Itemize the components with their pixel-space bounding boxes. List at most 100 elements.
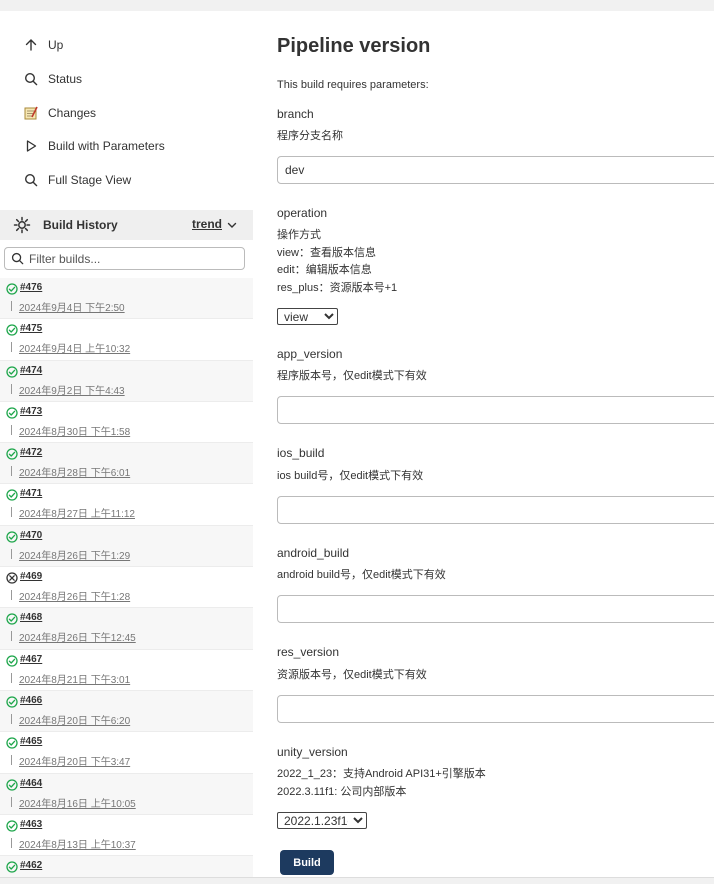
task-full-stage-view[interactable]: Full Stage View: [22, 170, 131, 190]
build-row-divider: [11, 672, 12, 683]
build-button[interactable]: Build: [280, 850, 334, 875]
build-date-link[interactable]: 2024年8月30日 下午1:58: [19, 423, 130, 438]
operation-desc-line: res_plus：资源版本号+1: [277, 281, 398, 294]
build-date-link[interactable]: 2024年9月2日 下午4:43: [19, 382, 125, 397]
success-check-icon: [6, 696, 18, 708]
aborted-x-icon: [6, 572, 18, 584]
build-date-link[interactable]: 2024年8月20日 下午3:47: [19, 753, 130, 768]
build-number-link[interactable]: #475: [20, 323, 42, 334]
build-row: #465 2024年8月20日 下午3:47: [0, 732, 253, 774]
build-row: #473 2024年8月30日 下午1:58: [0, 402, 253, 444]
task-build-with-parameters[interactable]: Build with Parameters: [22, 136, 165, 156]
build-row: #466 2024年8月20日 下午6:20: [0, 690, 253, 733]
search-icon: [22, 171, 40, 189]
android-build-input[interactable]: [277, 595, 714, 623]
res-version-input[interactable]: [277, 695, 714, 723]
build-date-link[interactable]: 2024年8月26日 下午12:45: [19, 629, 136, 644]
param-branch-desc: 程序分支名称: [277, 130, 343, 142]
filter-builds-box: [4, 247, 245, 270]
param-branch-label: branch: [277, 107, 314, 121]
main-content: Pipeline version This build requires par…: [277, 11, 714, 877]
build-date-link[interactable]: 2024年8月20日 下午6:20: [19, 712, 130, 727]
build-number-link[interactable]: #470: [20, 530, 42, 541]
build-row: #471 2024年8月27日 上午11:12: [0, 484, 253, 526]
task-status[interactable]: Status: [22, 69, 82, 89]
success-check-icon: [6, 737, 18, 749]
param-res-version-label: res_version: [277, 645, 340, 659]
success-check-icon: [6, 655, 18, 667]
build-number-link[interactable]: #469: [20, 571, 42, 582]
build-history-title: Build History: [43, 218, 118, 232]
build-date-link[interactable]: 2024年8月13日 上午10:37: [19, 836, 136, 851]
param-android-build-label: android_build: [277, 546, 350, 560]
success-check-icon: [6, 283, 18, 295]
sidebar: Up Status Changes Build with Parameters …: [0, 11, 253, 877]
build-date-link[interactable]: 2024年8月21日 下午3:01: [19, 671, 130, 686]
build-row-divider: [11, 424, 12, 435]
build-row-divider: [11, 755, 12, 766]
build-number-link[interactable]: #471: [20, 488, 42, 499]
build-row-divider: [11, 342, 12, 353]
build-row: #472 2024年8月28日 下午6:01: [0, 443, 253, 485]
task-label: Status: [48, 72, 83, 86]
build-date-link[interactable]: 2024年8月28日 下午6:01: [19, 464, 130, 479]
build-number-link[interactable]: #476: [20, 282, 42, 293]
unity-version-select[interactable]: 2022.1.23f1c1: [277, 812, 367, 829]
build-date-link[interactable]: 2024年9月4日 上午10:32: [19, 340, 130, 355]
success-check-icon: [6, 324, 18, 336]
param-unity-version-label: unity_version: [277, 745, 348, 759]
success-check-icon: [6, 613, 18, 626]
chevron-down-icon[interactable]: [226, 219, 238, 231]
build-date-link[interactable]: 2024年9月4日 下午2:50: [19, 299, 125, 314]
ios-build-input[interactable]: [277, 496, 714, 524]
build-number-link[interactable]: #466: [20, 695, 42, 706]
build-number-link[interactable]: #467: [20, 654, 42, 665]
build-number-link[interactable]: #474: [20, 365, 42, 376]
build-number-link[interactable]: #462: [20, 860, 42, 871]
build-row: #476 2024年9月4日 下午2:50: [0, 278, 253, 320]
operation-select[interactable]: view: [277, 308, 338, 325]
build-row: #464 2024年8月16日 上午10:05: [0, 773, 253, 815]
success-check-icon: [6, 531, 18, 543]
build-date-link[interactable]: 2024年8月16日 上午10:05: [19, 795, 136, 810]
build-row-divider: [11, 631, 12, 642]
build-row: #468 2024年8月26日 下午12:45: [0, 608, 253, 650]
arrow-up-icon: [22, 36, 40, 54]
build-number-link[interactable]: #468: [20, 612, 42, 623]
unity-version-desc-line: 2022.3.11f1: 公司内部版本: [277, 785, 407, 798]
param-app-version-desc: 程序版本号，仅edit模式下有效: [277, 370, 427, 382]
build-date-link[interactable]: 2024年8月26日 下午1:29: [19, 547, 130, 562]
build-date-link[interactable]: 2024年8月26日 下午1:28: [19, 588, 130, 603]
build-list: #476 2024年9月4日 下午2:50 #475 2024年9月4日 上午10:3…: [0, 278, 253, 877]
search-icon: [11, 252, 25, 266]
task-label: Full Stage View: [48, 173, 132, 187]
param-operation-label: operation: [277, 206, 328, 220]
success-check-icon: [6, 407, 18, 419]
success-check-icon: [6, 489, 18, 502]
build-date-link[interactable]: 2024年8月27日 上午11:12: [19, 505, 135, 520]
build-row-divider: [11, 383, 12, 394]
filter-builds-input[interactable]: [29, 251, 229, 266]
param-res-version-desc: 资源版本号，仅edit模式下有效: [277, 669, 427, 681]
build-number-link[interactable]: #472: [20, 447, 42, 458]
build-number-link[interactable]: #463: [20, 819, 42, 830]
build-row: #470 2024年8月26日 下午1:29: [0, 525, 253, 568]
build-number-link[interactable]: #473: [20, 406, 42, 417]
build-number-link[interactable]: #465: [20, 736, 42, 747]
build-row-divider: [11, 301, 12, 311]
build-row-divider: [11, 590, 12, 601]
search-icon: [22, 70, 40, 88]
task-changes[interactable]: Changes: [22, 103, 96, 123]
branch-input[interactable]: [277, 156, 714, 184]
operation-desc-line: 操作方式: [277, 229, 321, 241]
task-up[interactable]: Up: [22, 35, 63, 55]
app-version-input[interactable]: [277, 396, 714, 424]
operation-desc-line: edit：编辑版本信息: [277, 264, 372, 276]
build-number-link[interactable]: #464: [20, 778, 42, 789]
build-row-divider: [11, 466, 12, 477]
params-intro: This build requires parameters:: [277, 79, 429, 91]
success-check-icon: [6, 820, 18, 832]
task-label: Build with Parameters: [48, 139, 165, 153]
build-row: #475 2024年9月4日 上午10:32: [0, 319, 253, 361]
trend-link[interactable]: trend: [192, 217, 222, 231]
